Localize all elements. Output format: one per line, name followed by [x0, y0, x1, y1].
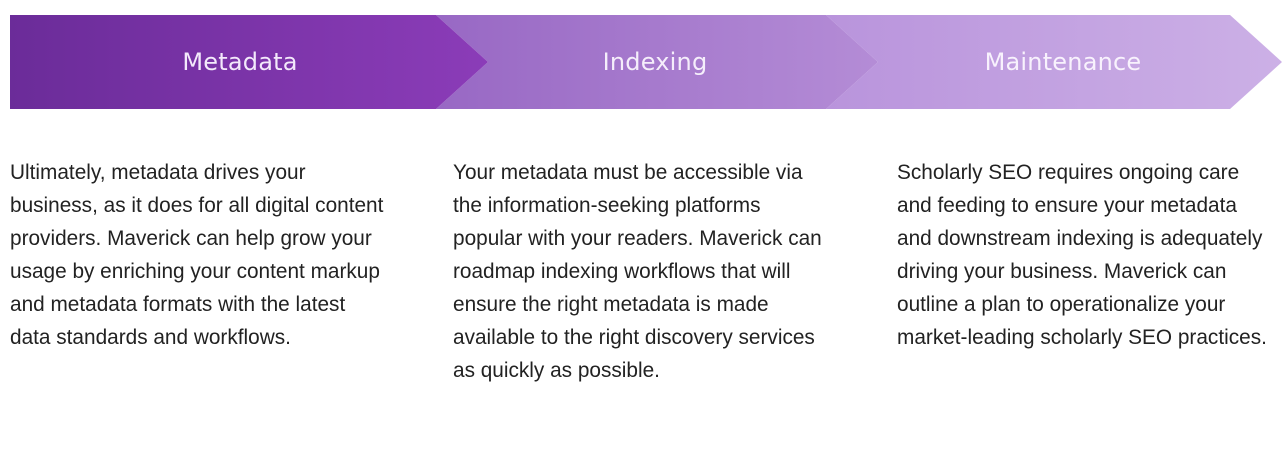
indexing-title: Indexing: [603, 48, 708, 76]
indexing-description: Your metadata must be accessible via the…: [453, 161, 822, 382]
metadata-title: Metadata: [182, 48, 297, 76]
maintenance-title: Maintenance: [985, 48, 1142, 76]
metadata-description: Ultimately, metadata drives your busines…: [10, 161, 384, 349]
maintenance-description: Scholarly SEO requires ongoing care and …: [897, 161, 1267, 349]
